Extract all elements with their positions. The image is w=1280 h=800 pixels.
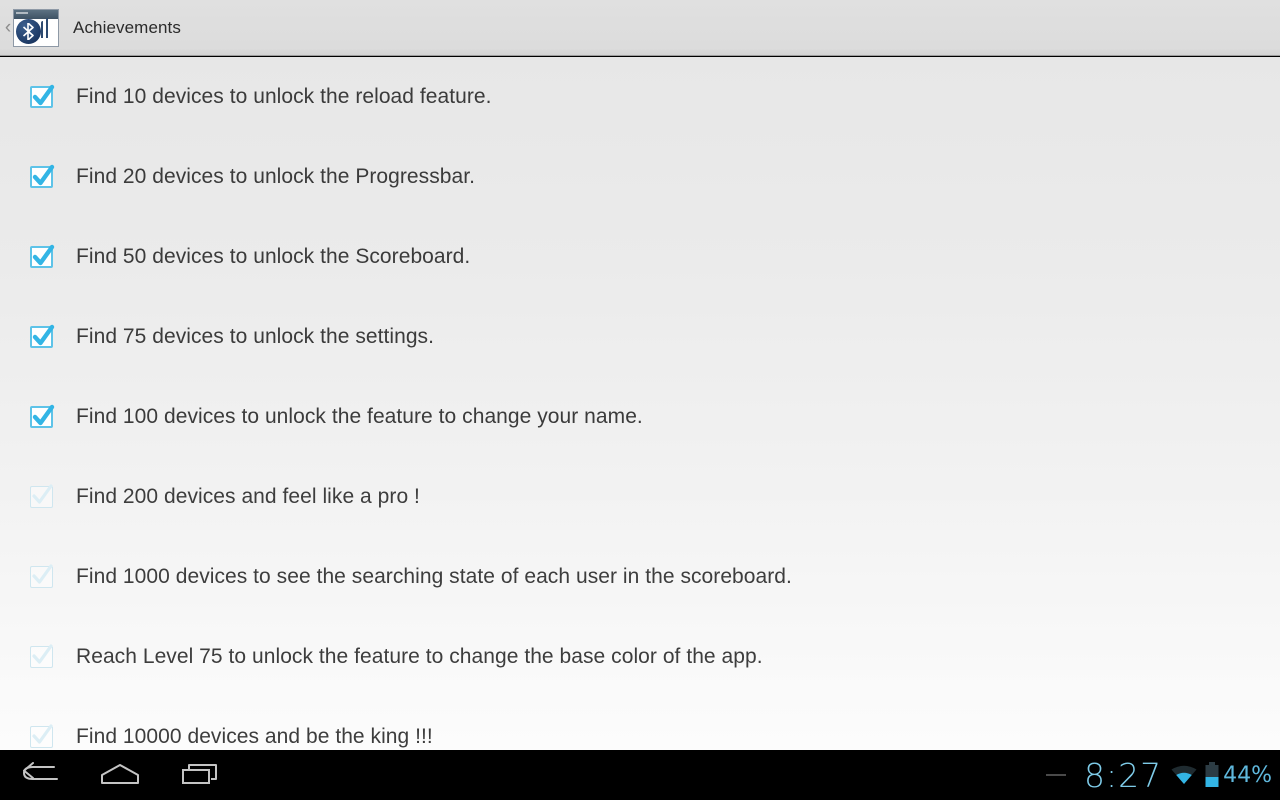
nav-button-group	[0, 750, 240, 800]
wifi-glyph-icon	[1171, 765, 1197, 784]
checkmark-icon-faint	[32, 564, 53, 584]
battery-percent-label: 44%	[1223, 762, 1272, 788]
checkbox-unchecked[interactable]	[30, 644, 53, 668]
checkmark-icon	[32, 244, 55, 266]
checkmark-icon-faint	[32, 484, 53, 504]
achievement-row[interactable]: Find 100 devices to unlock the feature t…	[0, 377, 1280, 457]
checkmark-icon	[32, 84, 55, 106]
checkbox-unchecked[interactable]	[30, 564, 53, 588]
achievements-list[interactable]: Find 10 devices to unlock the reload fea…	[0, 57, 1280, 750]
battery-glyph-icon	[1205, 762, 1219, 787]
achievement-row[interactable]: Find 50 devices to unlock the Scoreboard…	[0, 217, 1280, 297]
checkmark-icon-faint	[32, 724, 53, 744]
checkbox-unchecked[interactable]	[30, 484, 53, 508]
status-area[interactable]: 8:27 44%	[1045, 750, 1272, 800]
achievement-label: Find 100 devices to unlock the feature t…	[76, 405, 643, 428]
status-clock: 8:27	[1083, 755, 1163, 795]
checkbox-checked[interactable]	[30, 244, 55, 268]
page-title: Achievements	[73, 17, 181, 37]
wifi-icon	[1170, 764, 1198, 786]
bluetooth-glyph-icon	[22, 22, 34, 40]
recents-icon	[182, 764, 217, 784]
achievement-label: Find 50 devices to unlock the Scoreboard…	[76, 245, 471, 268]
achievement-label: Find 10000 devices and be the king !!!	[76, 725, 433, 748]
back-icon	[23, 762, 58, 780]
home-icon	[101, 764, 139, 784]
checkbox-checked[interactable]	[30, 404, 55, 428]
checkbox-checked[interactable]	[30, 164, 55, 188]
achievement-row[interactable]: Reach Level 75 to unlock the feature to …	[0, 617, 1280, 697]
achievement-row[interactable]: Find 75 devices to unlock the settings.	[0, 297, 1280, 377]
achievement-label: Find 75 devices to unlock the settings.	[76, 325, 434, 348]
bluetooth-scanner-app-icon[interactable]	[13, 8, 59, 47]
system-navigation-bar: 8:27 44%	[0, 750, 1280, 800]
app-screen: ‹ Achievements Find 10 devices to unlock…	[0, 0, 1280, 800]
achievement-label: Find 20 devices to unlock the Progressba…	[76, 165, 475, 188]
achievement-row[interactable]: Find 1000 devices to see the searching s…	[0, 537, 1280, 617]
bluetooth-badge-icon	[16, 18, 41, 44]
achievement-label: Reach Level 75 to unlock the feature to …	[76, 645, 763, 668]
achievement-row[interactable]: Find 20 devices to unlock the Progressba…	[0, 137, 1280, 217]
battery-icon	[1204, 762, 1220, 788]
achievement-label: Find 1000 devices to see the searching s…	[76, 565, 792, 588]
checkbox-checked[interactable]	[30, 324, 55, 348]
checkmark-icon	[32, 324, 55, 346]
achievement-row[interactable]: Find 10000 devices and be the king !!!	[0, 697, 1280, 750]
checkbox-checked[interactable]	[30, 84, 55, 108]
back-button[interactable]	[0, 750, 80, 800]
home-button[interactable]	[80, 750, 160, 800]
checkmark-icon-faint	[32, 644, 53, 664]
achievement-row[interactable]: Find 200 devices and feel like a pro !	[0, 457, 1280, 537]
checkmark-icon	[32, 164, 55, 186]
recents-button[interactable]	[160, 750, 240, 800]
notification-separator	[1045, 774, 1066, 776]
title-bar: ‹ Achievements	[0, 0, 1280, 56]
achievement-label: Find 200 devices and feel like a pro !	[76, 485, 420, 508]
achievement-row[interactable]: Find 10 devices to unlock the reload fea…	[0, 57, 1280, 137]
checkmark-icon	[32, 404, 55, 426]
achievement-label: Find 10 devices to unlock the reload fea…	[76, 85, 492, 108]
checkbox-unchecked[interactable]	[30, 724, 53, 748]
